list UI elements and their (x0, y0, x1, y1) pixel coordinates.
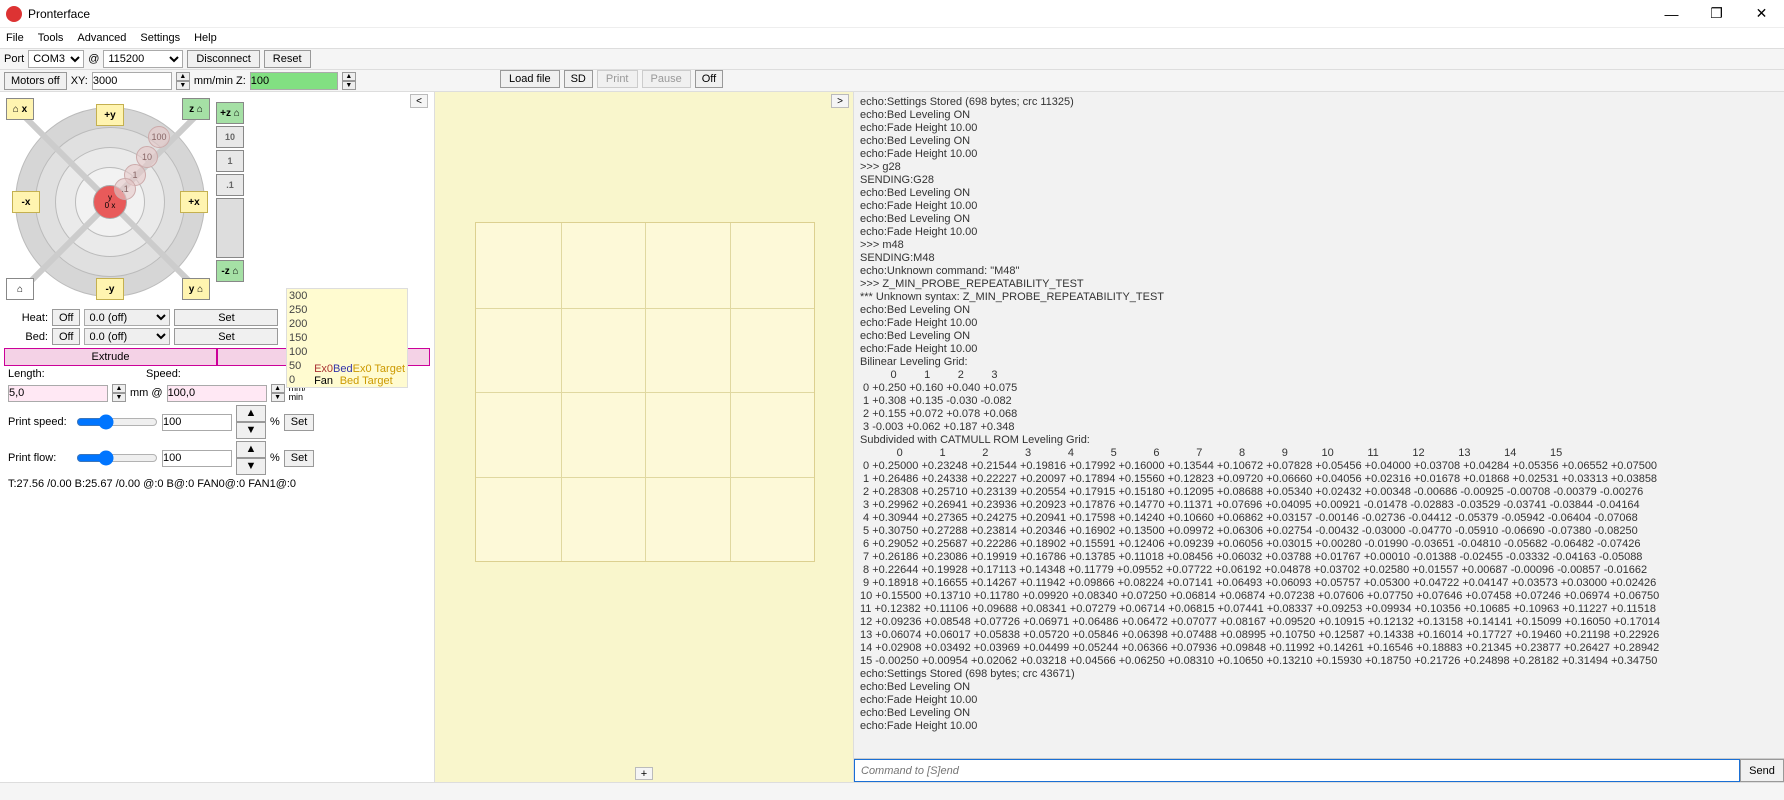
z-dn[interactable]: ▼ (342, 81, 356, 90)
sd-button[interactable]: SD (564, 70, 593, 88)
menu-advanced[interactable]: Advanced (77, 32, 126, 44)
speed-label: Speed: (146, 368, 196, 380)
z-track (216, 198, 244, 258)
print-button[interactable]: Print (597, 70, 638, 88)
load-file-button[interactable]: Load file (500, 70, 560, 88)
length-input[interactable] (8, 385, 108, 402)
z-step-10-button[interactable]: 10 (216, 126, 244, 148)
port-select[interactable]: COM3 (28, 50, 84, 68)
motors-off-button[interactable]: Motors off (4, 72, 67, 90)
reset-button[interactable]: Reset (264, 50, 311, 68)
z-jog-column: +z ⌂ 10 1 .1 -z ⌂ (216, 102, 244, 302)
menubar: File Tools Advanced Settings Help (0, 28, 1784, 48)
menu-tools[interactable]: Tools (38, 32, 64, 44)
home-x-button[interactable]: ⌂ x (6, 98, 34, 120)
pct-label-1: % (270, 416, 280, 428)
step-100-button[interactable]: 100 (148, 126, 170, 148)
extrude-button[interactable]: Extrude (4, 348, 217, 366)
print-flow-set-button[interactable]: Set (284, 450, 314, 467)
z-speed-input[interactable] (250, 72, 338, 90)
heat-set-button[interactable]: Set (174, 309, 278, 326)
xy-dn[interactable]: ▼ (176, 81, 190, 90)
ext-speed-input[interactable] (167, 385, 267, 402)
send-button[interactable]: Send (1740, 759, 1784, 782)
bed-temp-select[interactable]: 0.0 (off) (84, 328, 170, 345)
bed-off-button[interactable]: Off (52, 328, 80, 345)
jog-plus-x-button[interactable]: +x (180, 191, 208, 213)
xy-up[interactable]: ▲ (176, 72, 190, 81)
jog-minus-y-button[interactable]: -y (96, 278, 124, 300)
jog-minus-z-button[interactable]: -z ⌂ (216, 260, 244, 282)
temperature-graph: 300250200 150100500 Ex0BedEx0 Target Fan… (286, 288, 408, 388)
statusbar (0, 782, 1784, 800)
pause-button[interactable]: Pause (642, 70, 691, 88)
length-label: Length: (8, 368, 78, 380)
print-flow-slider[interactable] (76, 450, 158, 466)
add-object-button[interactable]: + (635, 767, 653, 780)
at-label: @ (88, 53, 99, 65)
expand-right-button[interactable]: > (831, 94, 849, 108)
print-speed-set-button[interactable]: Set (284, 414, 314, 431)
port-label: Port (4, 53, 24, 65)
bed-set-button[interactable]: Set (174, 328, 278, 345)
off-button[interactable]: Off (695, 70, 723, 88)
xy-label: XY: (71, 75, 88, 87)
home-z-corner-button[interactable]: z ⌂ (182, 98, 210, 120)
z-step-01-button[interactable]: .1 (216, 174, 244, 196)
menu-help[interactable]: Help (194, 32, 217, 44)
command-input[interactable] (854, 759, 1740, 782)
minimize-button[interactable]: — (1649, 0, 1694, 28)
temperature-status: T:27.56 /0.00 B:25.67 /0.00 @:0 B@:0 FAN… (4, 476, 430, 492)
console-panel: echo:Settings Stored (698 bytes; crc 113… (854, 92, 1784, 782)
collapse-left-button[interactable]: < (410, 94, 428, 108)
z-step-1-button[interactable]: 1 (216, 150, 244, 172)
baud-select[interactable]: 115200 (103, 50, 183, 68)
console-output[interactable]: echo:Settings Stored (698 bytes; crc 113… (854, 92, 1784, 758)
home-all-button[interactable]: ⌂ (6, 278, 34, 300)
z-up[interactable]: ▲ (342, 72, 356, 81)
mm-at-label: mm @ (130, 387, 163, 399)
close-button[interactable]: ✕ (1739, 0, 1784, 28)
jog-dial: y0 x +y -y -x +x ⌂ x z ⌂ ⌂ y ⌂ 100 10 1 … (10, 102, 210, 302)
titlebar: Pronterface — ❐ ✕ (0, 0, 1784, 28)
step-01-button[interactable]: .1 (114, 178, 136, 200)
build-plate[interactable] (475, 222, 815, 562)
print-speed-slider[interactable] (76, 414, 158, 430)
app-title: Pronterface (28, 7, 90, 21)
maximize-button[interactable]: ❐ (1694, 0, 1739, 28)
menu-settings[interactable]: Settings (140, 32, 180, 44)
disconnect-button[interactable]: Disconnect (187, 50, 259, 68)
jog-plus-z-button[interactable]: +z ⌂ (216, 102, 244, 124)
left-panel: < y0 x +y -y -x +x ⌂ x z ⌂ ⌂ y ⌂ 100 10 … (0, 92, 434, 782)
toolbar-connection: Port COM3 @ 115200 Disconnect Reset (0, 48, 1784, 70)
jog-minus-x-button[interactable]: -x (12, 191, 40, 213)
xy-speed-input[interactable] (92, 72, 172, 90)
heat-label: Heat: (8, 312, 48, 324)
bed-label: Bed: (8, 331, 48, 343)
mmmin-label: mm/min Z: (194, 75, 246, 87)
preview-panel: > + (434, 92, 854, 782)
home-y-button[interactable]: y ⌂ (182, 278, 210, 300)
print-speed-label: Print speed: (8, 416, 72, 428)
heat-off-button[interactable]: Off (52, 309, 80, 326)
app-icon (6, 6, 22, 22)
pct-label-2: % (270, 452, 280, 464)
toolbar-motion: Motors off XY: ▲▼ mm/min Z: ▲▼ (0, 70, 1784, 92)
print-flow-input[interactable] (162, 450, 232, 467)
print-speed-input[interactable] (162, 414, 232, 431)
jog-plus-y-button[interactable]: +y (96, 104, 124, 126)
print-flow-label: Print flow: (8, 452, 72, 464)
heat-temp-select[interactable]: 0.0 (off) (84, 309, 170, 326)
menu-file[interactable]: File (6, 32, 24, 44)
